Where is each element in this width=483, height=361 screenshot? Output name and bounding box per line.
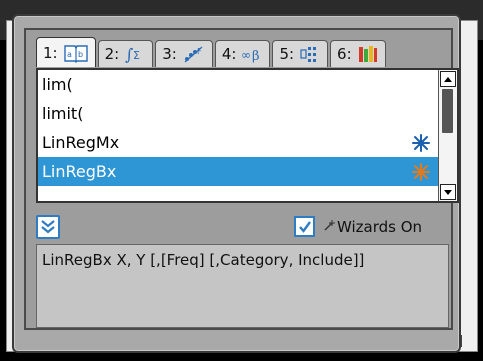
wizards-toggle[interactable]: Wizards On xyxy=(294,216,422,237)
check-icon xyxy=(298,220,311,233)
list-item-selected[interactable]: LinRegBx xyxy=(38,157,457,186)
expand-help-button[interactable] xyxy=(36,215,60,239)
list-item[interactable]: lim( xyxy=(38,70,457,99)
list-scrollbar[interactable] xyxy=(438,70,457,201)
catalog-dialog: 1: a b 2: ∫ Σ 3: F 4: ∞ β 5: 6: lim(lim… xyxy=(12,14,461,353)
probability-icon: F xyxy=(182,44,206,64)
list-item-label: lim( xyxy=(42,75,73,94)
tab-6-label: 6: xyxy=(337,45,352,63)
tab-1-label: 1: xyxy=(43,43,58,62)
wizards-checkbox[interactable] xyxy=(294,216,315,237)
tab-2[interactable]: 2: ∫ Σ xyxy=(97,40,154,67)
catalog-tabs: 1: a b 2: ∫ Σ 3: F 4: ∞ β 5: 6: xyxy=(36,37,388,68)
catalog-list[interactable]: lim( limit( LinRegMx LinRegBx xyxy=(36,68,459,203)
list-item-label: limit( xyxy=(42,104,84,123)
tab-6[interactable]: 6: xyxy=(330,40,386,67)
integral-sigma-icon: ∫ Σ xyxy=(124,44,146,64)
svg-text:b: b xyxy=(78,50,83,59)
wizards-label: Wizards On xyxy=(337,217,423,236)
book-icon: a b xyxy=(63,43,89,63)
wand-icon xyxy=(323,218,335,236)
library-books-icon xyxy=(357,44,379,64)
list-item-label: LinRegBx xyxy=(42,162,117,181)
tab-3[interactable]: 3: F xyxy=(155,40,213,67)
svg-text:Σ: Σ xyxy=(133,49,140,62)
svg-text:β: β xyxy=(252,49,260,64)
svg-text:F: F xyxy=(197,47,202,56)
tab-4[interactable]: 4: ∞ β xyxy=(214,40,271,67)
scroll-thumb[interactable] xyxy=(442,89,453,133)
infinity-beta-icon: ∞ β xyxy=(241,44,263,64)
tab-5[interactable]: 5: xyxy=(272,40,329,67)
list-item-label: LinRegMx xyxy=(42,133,120,152)
svg-text:∞: ∞ xyxy=(241,48,251,62)
chevron-down-icon xyxy=(444,189,452,195)
help-syntax-panel: LinRegBx X, Y [,[Freq] [,Category, Inclu… xyxy=(36,244,449,328)
scroll-down-button[interactable] xyxy=(440,184,456,200)
list-item[interactable]: limit( xyxy=(38,99,457,128)
list-item[interactable]: LinRegMx xyxy=(38,128,457,157)
scroll-up-button[interactable] xyxy=(440,71,456,87)
tab-2-label: 2: xyxy=(104,45,120,63)
double-chevron-down-icon xyxy=(41,220,55,234)
help-syntax-text: LinRegBx X, Y [,[Freq] [,Category, Inclu… xyxy=(42,251,365,269)
svg-text:a: a xyxy=(67,50,72,59)
tab-1[interactable]: 1: a b xyxy=(36,37,96,67)
tab-4-label: 4: xyxy=(221,45,237,63)
wizard-icon xyxy=(411,162,431,191)
tab-3-label: 3: xyxy=(162,45,177,63)
chevron-up-icon xyxy=(444,76,452,82)
matrix-icon xyxy=(299,44,321,64)
catalog-frame: 1: a b 2: ∫ Σ 3: F 4: ∞ β 5: 6: lim(lim… xyxy=(24,28,459,330)
tab-5-label: 5: xyxy=(279,45,295,63)
